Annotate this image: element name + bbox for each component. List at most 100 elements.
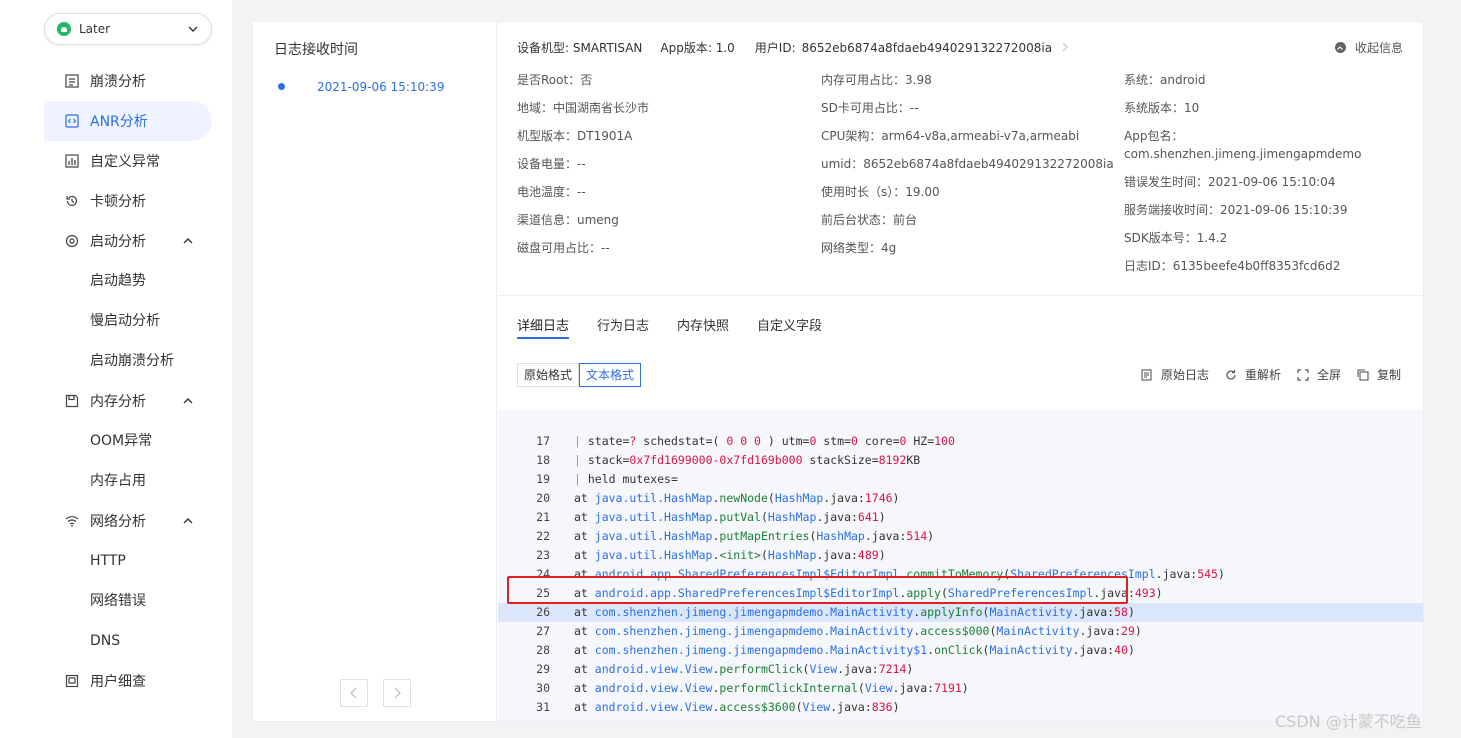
- tab-custom-fields[interactable]: 自定义字段: [757, 315, 822, 339]
- line-number: 27: [536, 624, 550, 638]
- code-line: 29 at android.view.View.performClick(View…: [498, 660, 1423, 679]
- code-text: | held mutexes=: [574, 472, 678, 486]
- code-line: 20 at java.util.HashMap.newNode(HashMap.j…: [498, 489, 1423, 508]
- next-page-button[interactable]: [383, 679, 411, 707]
- chevron-up-icon: [182, 235, 194, 247]
- nav-subitem-dns[interactable]: DNS: [90, 621, 120, 661]
- nav-subitem-memory-usage[interactable]: 内存占用: [90, 461, 146, 501]
- line-number: 23: [536, 548, 550, 562]
- tab-detail-log[interactable]: 详细日志: [517, 315, 570, 339]
- divider: [498, 295, 1423, 296]
- nav-item-anr[interactable]: ANR分析: [44, 101, 212, 141]
- log-list-item[interactable]: 2021-09-06 15:10:39: [317, 80, 444, 94]
- nav-subitem-http[interactable]: HTTP: [90, 541, 126, 581]
- nav-item-label: 自定义异常: [90, 154, 160, 170]
- code-text: at java.util.HashMap.newNode(HashMap.jav…: [574, 491, 900, 505]
- copy-button[interactable]: 复制: [1357, 366, 1401, 383]
- chevron-up-icon: [182, 515, 194, 527]
- nav-item-launch[interactable]: 启动分析: [44, 221, 212, 261]
- nav-item-custom-exception[interactable]: 自定义异常: [44, 141, 212, 181]
- code-line: 28 at com.shenzhen.jimeng.jimengapmdemo.M…: [498, 641, 1423, 660]
- nav-subitem-launch-crash[interactable]: 启动崩溃分析: [90, 341, 174, 381]
- timeline-dot: [278, 83, 285, 90]
- info-log-id: 日志ID：6135beefe4b0ff8353fcd6d2: [1124, 259, 1341, 273]
- line-number: 31: [536, 700, 550, 714]
- code-line: 23 at java.util.HashMap.<init>(HashMap.ja…: [498, 546, 1423, 565]
- code-line: 22 at java.util.HashMap.putMapEntries(Has…: [498, 527, 1423, 546]
- app-selector[interactable]: Later: [44, 13, 212, 45]
- info-region: 地域：中国湖南省长沙市: [517, 101, 650, 115]
- chevron-right-icon: [1062, 41, 1068, 55]
- line-number: 17: [536, 434, 550, 448]
- refresh-icon: [1225, 369, 1237, 381]
- prev-page-button[interactable]: [340, 679, 368, 707]
- line-number: 18: [536, 453, 550, 467]
- chevron-down-icon: [187, 23, 199, 35]
- code-line: 18 | stack=0x7fd1699000-0x7fd169b000 stac…: [498, 451, 1423, 470]
- nav-subitem-oom[interactable]: OOM异常: [90, 421, 152, 461]
- line-number: 22: [536, 529, 550, 543]
- collapse-info-label: 收起信息: [1354, 41, 1403, 55]
- line-number: 30: [536, 681, 550, 695]
- watermark: CSDN @计蒙不吃鱼: [1275, 712, 1422, 731]
- line-number: 20: [536, 491, 550, 505]
- chevron-up-icon: [182, 395, 194, 407]
- line-number: 26: [536, 605, 550, 619]
- collapse-info-button[interactable]: 收起信息: [1334, 39, 1403, 56]
- chevron-up-circle-icon: [1334, 42, 1346, 53]
- info-sdk-version: SDK版本号：1.4.2: [1124, 231, 1228, 245]
- nav-item-label: 启动分析: [90, 234, 146, 250]
- code-line: 17 | state=? schedstat=( 0 0 0 ) utm=0 st…: [498, 432, 1423, 451]
- info-error-time: 错误发生时间：2021-09-06 15:10:04: [1124, 175, 1336, 189]
- info-server-receive-time: 服务端接收时间：2021-09-06 15:10:39: [1124, 203, 1348, 217]
- info-network-type: 网络类型：4g: [821, 241, 897, 255]
- code-line: 19 | held mutexes=: [498, 470, 1423, 489]
- log-list: 日志接收时间 2021-09-06 15:10:39: [253, 22, 497, 721]
- code-line: 21 at java.util.HashMap.putVal(HashMap.ja…: [498, 508, 1423, 527]
- nav-subitem-network-error[interactable]: 网络错误: [90, 581, 146, 621]
- fullscreen-button[interactable]: 全屏: [1297, 366, 1341, 383]
- raw-log-label: 原始日志: [1160, 368, 1209, 382]
- line-number: 32: [516, 717, 550, 721]
- nav-item-memory[interactable]: 内存分析: [44, 381, 212, 421]
- info-package-label: App包名：: [1124, 129, 1184, 143]
- log-toolbar: 原始日志 重解析 全屏 复制: [1125, 366, 1401, 383]
- raw-log-button[interactable]: 原始日志: [1141, 366, 1209, 383]
- bar-chart-icon: [64, 153, 80, 169]
- highlight-annotation-box: [507, 576, 1128, 604]
- text-format-button[interactable]: 文本格式: [579, 363, 642, 387]
- user-id[interactable]: 8652eb6874a8fdaeb494029132272008ia: [802, 41, 1052, 55]
- info-os-version: 系统版本：10: [1124, 101, 1200, 115]
- tab-memory-snapshot[interactable]: 内存快照: [677, 315, 729, 339]
- log-list-title: 日志接收时间: [274, 42, 358, 58]
- tab-behavior-log[interactable]: 行为日志: [597, 315, 649, 339]
- monitor-icon: [64, 673, 80, 689]
- info-package-name: com.shenzhen.jimeng.jimengapmdemo: [1124, 147, 1362, 161]
- nav-item-user-trace[interactable]: 用户细查: [44, 661, 212, 701]
- nav-item-network[interactable]: 网络分析: [44, 501, 212, 541]
- nav-item-lag[interactable]: 卡顿分析: [44, 181, 212, 221]
- log-detail-panel: 日志接收时间 2021-09-06 15:10:39 设备机型: SMARTIS…: [252, 21, 1424, 722]
- fullscreen-label: 全屏: [1316, 368, 1341, 382]
- device-header: 设备机型: SMARTISAN App版本: 1.0 用户ID: 8652eb6…: [517, 39, 1074, 56]
- nav-item-crash[interactable]: 崩溃分析: [44, 61, 212, 101]
- device-model: 设备机型: SMARTISAN: [517, 41, 643, 55]
- info-battery-level: 设备电量：--: [517, 157, 586, 171]
- raw-format-button[interactable]: 原始格式: [517, 363, 580, 387]
- reparse-label: 重解析: [1244, 368, 1281, 382]
- nav-subitem-launch-trend[interactable]: 启动趋势: [90, 261, 146, 301]
- stack-trace-view[interactable]: 17 | state=? schedstat=( 0 0 0 ) utm=0 st…: [498, 410, 1423, 721]
- info-sd-available: SD卡可用占比：--: [821, 101, 919, 115]
- code-icon: [64, 113, 80, 129]
- nav-subitem-slow-launch[interactable]: 慢启动分析: [90, 301, 160, 341]
- nav-item-label: 网络分析: [90, 514, 146, 530]
- code-line: 26 at com.shenzhen.jimeng.jimengapmdemo.M…: [498, 603, 1423, 622]
- code-text: at android.view.View.access$3600(View.ja…: [574, 700, 900, 714]
- reparse-button[interactable]: 重解析: [1225, 366, 1281, 383]
- info-root: 是否Root：否: [517, 73, 593, 87]
- code-text: at android.view.View.performClick(View.j…: [574, 662, 914, 676]
- history-icon: [64, 193, 80, 209]
- info-cpu-arch: CPU架构：arm64-v8a,armeabi-v7a,armeabi: [821, 129, 1080, 143]
- info-usage-duration: 使用时长（s）：19.00: [821, 185, 940, 199]
- code-text: at java.util.HashMap.putMapEntries(HashM…: [574, 529, 935, 543]
